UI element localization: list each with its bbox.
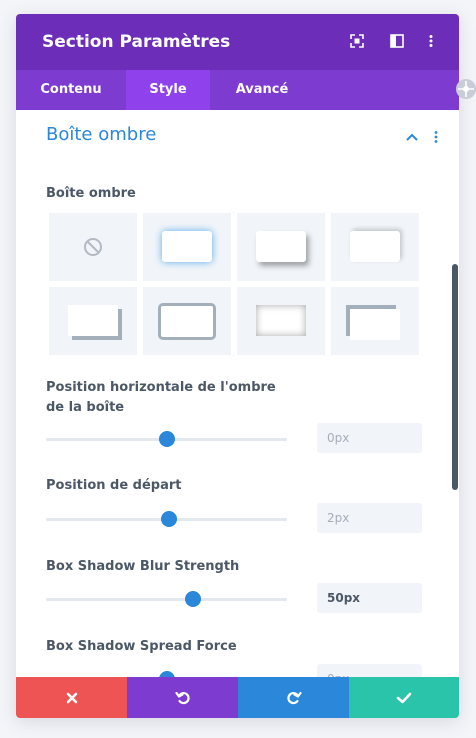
preset-bottom-right[interactable] <box>237 213 325 281</box>
section-title[interactable]: Boîte ombre <box>46 124 156 145</box>
save-button[interactable] <box>349 677 459 718</box>
tab-contenu[interactable]: Contenu <box>16 70 126 110</box>
more-options-icon[interactable] <box>424 34 438 48</box>
redo-button[interactable] <box>238 677 349 718</box>
preset-outline[interactable] <box>143 287 231 355</box>
setting-label-horizontal-line1: Position horizontale de l'ombre <box>46 380 276 395</box>
preset-bottom-left-box <box>68 305 118 336</box>
setting-label-vertical: Position de départ <box>46 478 182 493</box>
preset-inset-box <box>256 305 306 336</box>
tab-bar: Contenu Style Avancé <box>16 70 459 110</box>
slider-handle[interactable] <box>158 431 175 447</box>
modal-footer <box>16 677 459 718</box>
drag-handle-icon[interactable] <box>456 79 476 99</box>
setting-label-horizontal: Position horizontale de l'ombre de la bo… <box>46 378 276 418</box>
preset-glow-box <box>162 231 212 262</box>
preset-top-left-box <box>350 309 400 340</box>
slider-handle[interactable] <box>160 511 177 527</box>
slider-handle[interactable] <box>185 591 201 607</box>
value-input-horizontal[interactable]: 0px <box>317 423 422 453</box>
section-options-icon[interactable] <box>429 130 443 144</box>
slider-horizontal[interactable] <box>46 431 287 447</box>
checkmark-icon <box>396 692 412 703</box>
settings-content: Boîte ombre Boîte ombre Position horizon… <box>16 110 459 677</box>
move-icon <box>458 81 474 97</box>
undo-button[interactable] <box>127 677 238 718</box>
preset-inset[interactable] <box>237 287 325 355</box>
setting-label-horizontal-line2: de la boîte <box>46 400 125 415</box>
value-input-blur[interactable]: 50px <box>317 583 422 613</box>
settings-modal: Section Paramètres Contenu Style Avancé … <box>16 14 459 718</box>
preset-top-right[interactable] <box>331 213 419 281</box>
preset-none[interactable] <box>49 213 137 281</box>
scrollbar[interactable] <box>452 264 458 490</box>
undo-icon <box>174 691 190 704</box>
tab-style[interactable]: Style <box>126 70 210 110</box>
close-icon <box>66 692 77 703</box>
preset-bottom-left[interactable] <box>49 287 137 355</box>
value-input-spread[interactable]: 0px <box>317 664 422 677</box>
tab-avance[interactable]: Avancé <box>210 70 314 110</box>
preset-top-left[interactable] <box>331 287 419 355</box>
setting-label-blur: Box Shadow Blur Strength <box>46 559 240 574</box>
preset-glow[interactable] <box>143 213 231 281</box>
fullscreen-icon[interactable] <box>350 34 364 48</box>
cancel-button[interactable] <box>16 677 127 718</box>
split-view-icon[interactable] <box>390 34 404 48</box>
no-shadow-icon <box>84 238 102 256</box>
modal-title: Section Paramètres <box>42 32 231 52</box>
slider-vertical[interactable] <box>46 511 287 527</box>
slider-blur[interactable] <box>46 591 287 607</box>
setting-label-spread: Box Shadow Spread Force <box>46 639 237 654</box>
preset-outline-box <box>158 303 216 340</box>
modal-header: Section Paramètres <box>16 14 459 70</box>
preset-top-right-box <box>350 231 400 262</box>
preset-bottom-right-box <box>256 231 306 262</box>
chevron-up-icon[interactable] <box>405 130 419 144</box>
value-input-vertical[interactable]: 2px <box>317 503 422 533</box>
redo-icon <box>286 691 302 704</box>
preset-label: Boîte ombre <box>46 186 136 201</box>
